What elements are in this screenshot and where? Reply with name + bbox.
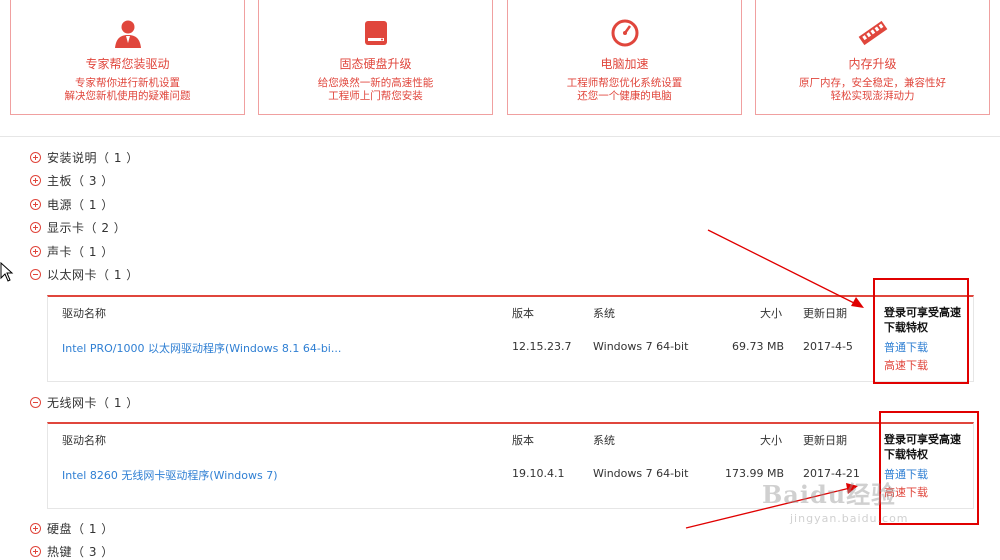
collapse-icon[interactable] [30, 268, 41, 280]
category-power[interactable]: 电源（ 1 ） [30, 195, 114, 213]
header-name: 驱动名称 [62, 434, 106, 447]
service-card-pc-speedup[interactable]: 电脑加速 工程师帮您优化系统设置 还您一个健康的电脑 [507, 0, 742, 115]
category-ethernet[interactable]: 以太网卡（ 1 ） [30, 265, 139, 283]
category-label: 硬盘（ 1 ） [47, 521, 114, 536]
header-system: 系统 [593, 307, 615, 320]
expand-icon[interactable] [30, 198, 41, 210]
category-label: 热键（ 3 ） [47, 544, 114, 559]
header-date: 更新日期 [803, 434, 847, 447]
highlight-box [873, 278, 969, 384]
card-title: 电脑加速 [600, 57, 649, 71]
category-label: 声卡（ 1 ） [47, 244, 114, 259]
category-label: 安装说明（ 1 ） [47, 150, 139, 165]
memory-icon [756, 16, 989, 50]
card-desc: 轻松实现澎湃动力 [830, 90, 915, 102]
driver-panel-ethernet: 驱动名称 版本 系统 大小 更新日期 登录可享受高速下载特权 Intel PRO… [47, 295, 974, 382]
category-harddisk[interactable]: 硬盘（ 1 ） [30, 519, 114, 537]
expand-icon[interactable] [30, 221, 41, 233]
category-label: 电源（ 1 ） [47, 197, 114, 212]
driver-system: Windows 7 64-bit [593, 467, 689, 480]
service-card-memory-upgrade[interactable]: 内存升级 原厂内存，安全稳定，兼容性好 轻松实现澎湃动力 [755, 0, 990, 115]
expand-icon[interactable] [30, 522, 41, 534]
header-version: 版本 [512, 434, 534, 447]
category-hotkeys[interactable]: 热键（ 3 ） [30, 542, 114, 560]
category-sound[interactable]: 声卡（ 1 ） [30, 242, 114, 260]
person-icon [11, 16, 244, 50]
driver-version: 19.10.4.1 [512, 467, 565, 480]
expand-icon[interactable] [30, 151, 41, 163]
header-name: 驱动名称 [62, 307, 106, 320]
speedometer-icon [508, 16, 741, 50]
expand-icon[interactable] [30, 245, 41, 257]
service-cards: 专家帮您装驱动 专家帮你进行新机设置 解决您新机使用的疑难问题 固态硬盘升级 给… [0, 0, 1000, 137]
driver-name-link[interactable]: Intel PRO/1000 以太网驱动程序(Windows 8.1 64-bi… [62, 340, 341, 356]
header-version: 版本 [512, 307, 534, 320]
card-title: 专家帮您装驱动 [85, 57, 170, 71]
header-date: 更新日期 [803, 307, 847, 320]
card-desc: 解决您新机使用的疑难问题 [64, 90, 191, 102]
driver-version: 12.15.23.7 [512, 340, 572, 353]
driver-name-link[interactable]: Intel 8260 无线网卡驱动程序(Windows 7) [62, 467, 278, 483]
watermark-logo: Baidu经验 [762, 480, 897, 509]
collapse-icon[interactable] [30, 396, 41, 408]
mouse-cursor-icon [0, 262, 14, 282]
expand-icon[interactable] [30, 174, 41, 186]
card-title: 内存升级 [848, 57, 897, 71]
category-install-notes[interactable]: 安装说明（ 1 ） [30, 148, 139, 166]
header-size: 大小 [760, 434, 782, 447]
category-motherboard[interactable]: 主板（ 3 ） [30, 171, 114, 189]
card-desc: 还您一个健康的电脑 [577, 90, 672, 102]
category-label: 以太网卡（ 1 ） [47, 267, 139, 282]
driver-size: 69.73 MB [732, 340, 785, 353]
card-title: 固态硬盘升级 [339, 57, 412, 71]
category-graphics[interactable]: 显示卡（ 2 ） [30, 218, 126, 236]
driver-date: 2017-4-5 [803, 340, 853, 353]
header-size: 大小 [760, 307, 782, 320]
category-label: 无线网卡（ 1 ） [47, 395, 139, 410]
header-system: 系统 [593, 434, 615, 447]
category-label: 主板（ 3 ） [47, 173, 114, 188]
driver-system: Windows 7 64-bit [593, 340, 689, 353]
category-wireless[interactable]: 无线网卡（ 1 ） [30, 393, 139, 411]
category-label: 显示卡（ 2 ） [47, 220, 127, 235]
watermark-url: jingyan.baidu.com [790, 512, 909, 525]
card-desc: 工程师上门帮您安装 [328, 90, 423, 102]
service-card-driver-install[interactable]: 专家帮您装驱动 专家帮你进行新机设置 解决您新机使用的疑难问题 [10, 0, 245, 115]
hard-drive-icon [259, 16, 492, 50]
service-card-ssd-upgrade[interactable]: 固态硬盘升级 给您焕然一新的高速性能 工程师上门帮您安装 [258, 0, 493, 115]
